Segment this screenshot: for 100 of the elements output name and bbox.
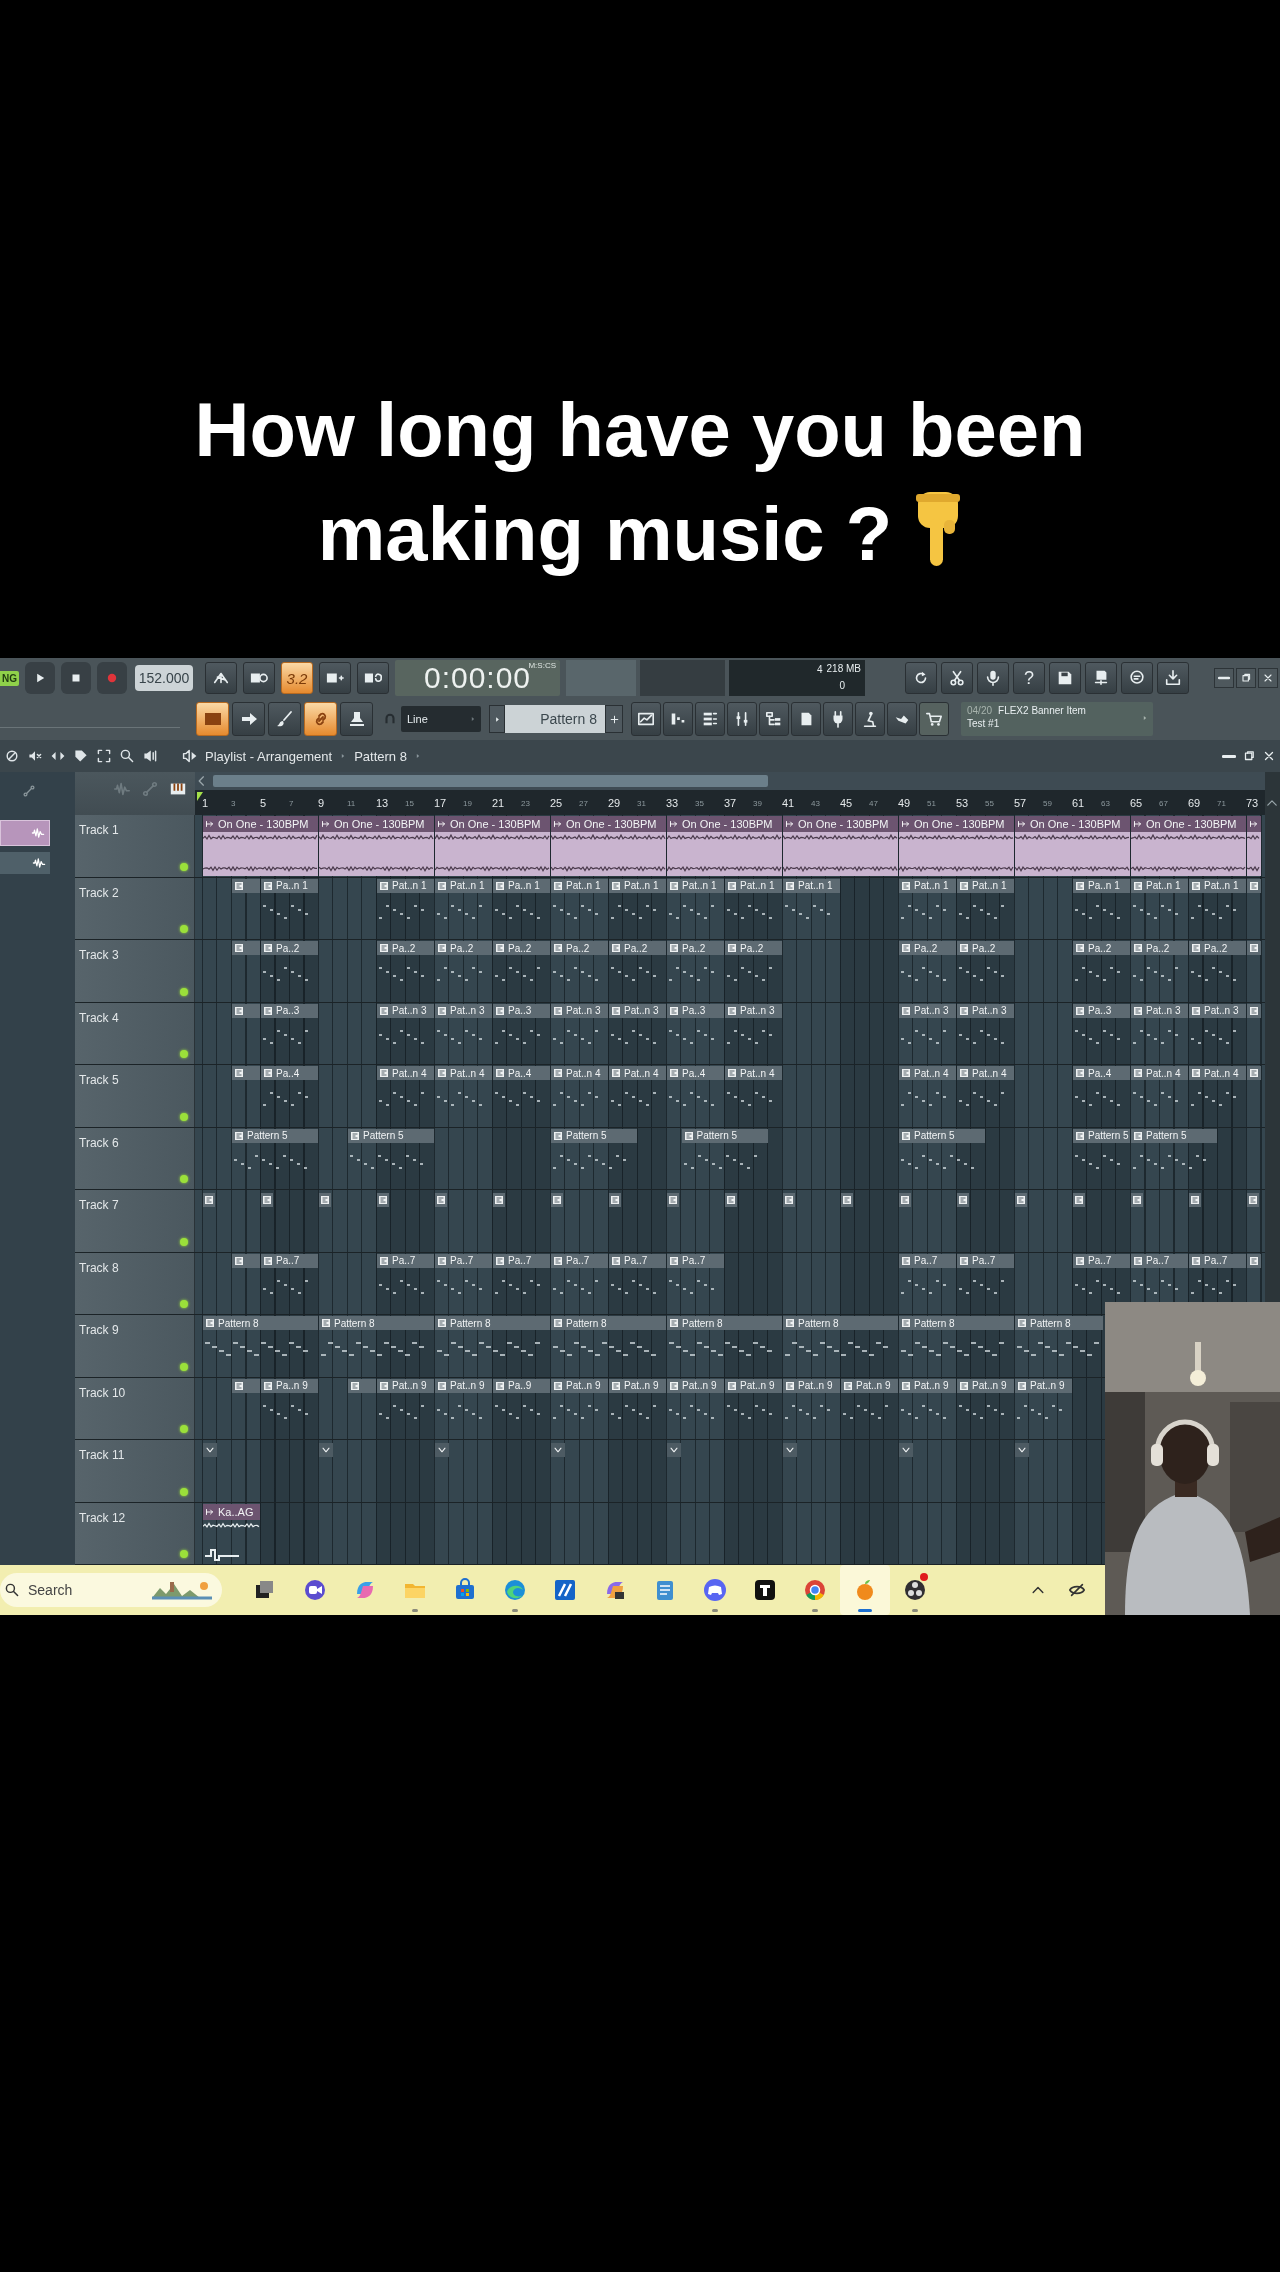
pattern-clip[interactable]: Pa..7 — [551, 1253, 608, 1313]
pattern-clip[interactable]: Pattern 5 — [899, 1128, 985, 1188]
track-header[interactable]: Track 3 — [75, 940, 195, 1002]
pattern-clip[interactable]: Pat..n 9 — [435, 1378, 492, 1438]
pattern-clip[interactable]: Pat..n 3 — [377, 1003, 434, 1063]
pattern-clip[interactable]: Pat..n 9 — [783, 1378, 840, 1438]
track-header[interactable]: Track 6 — [75, 1127, 195, 1189]
pattern-clip[interactable]: Pat..n 4 — [435, 1066, 492, 1126]
pattern-clip[interactable]: Pa..n 9 — [261, 1378, 318, 1438]
pattern-clip[interactable]: Pa..7 — [667, 1253, 724, 1313]
pattern-clip[interactable]: Pat..n 9 — [609, 1378, 666, 1438]
breadcrumb-link[interactable]: Pattern 8 — [354, 748, 407, 764]
pattern-clip[interactable]: Pa..4 — [1073, 1066, 1130, 1126]
pattern-clip[interactable]: Pa..2 — [1073, 941, 1130, 1001]
pattern-clip[interactable]: Pat..n 1 — [783, 878, 840, 938]
pattern-clip[interactable]: Pa..2 — [551, 941, 608, 1001]
pattern-clip[interactable]: Pat..n 1 — [377, 878, 434, 938]
pattern-clip[interactable]: Pa..n 1 — [1073, 878, 1130, 938]
pattern-selector[interactable]: Pattern 8 — [505, 705, 605, 733]
track-header[interactable]: Track 10 — [75, 1377, 195, 1439]
pattern-clip[interactable]: Pa..3 — [261, 1003, 318, 1063]
pattern-clip[interactable]: Pattern 8 — [783, 1316, 898, 1376]
pattern-clip[interactable]: Pat..n 9 — [899, 1378, 956, 1438]
pattern-clip[interactable]: Pa..2 — [609, 941, 666, 1001]
pattern-clip[interactable]: Pat..n 4 — [1131, 1066, 1188, 1126]
pattern-clip[interactable]: Pattern 5 — [1073, 1128, 1130, 1188]
track-header[interactable]: Track 9 — [75, 1315, 195, 1377]
audio-clip[interactable]: On One - 130BPM — [551, 816, 666, 876]
pattern-clip[interactable]: Pa..4 — [667, 1066, 724, 1126]
pattern-clip[interactable]: Pa..7 — [1189, 1253, 1246, 1299]
pattern-clip[interactable]: Pat..n 1 — [899, 878, 956, 938]
pattern-clip[interactable]: Pa..2 — [435, 941, 492, 1001]
pattern-clip[interactable]: Pat..n 1 — [1189, 878, 1246, 938]
pattern-clip[interactable]: Pat..n 3 — [899, 1003, 956, 1063]
pattern-clip[interactable]: Pattern 5 — [551, 1128, 637, 1188]
tempo-field[interactable]: 152.000 — [135, 665, 193, 691]
help-button[interactable]: ? — [1013, 662, 1045, 694]
audio-clip[interactable]: On One - 130BPM — [1131, 816, 1246, 876]
countdown-button[interactable]: 3.2 — [281, 662, 313, 694]
pattern-clip[interactable]: Pat..n 4 — [899, 1066, 956, 1126]
audio-clip[interactable]: On One - 130BPM — [319, 816, 434, 876]
pattern-clip[interactable]: Pattern 8 — [667, 1316, 782, 1376]
track-header[interactable]: Track 8 — [75, 1252, 195, 1314]
pattern-clip[interactable]: Pat..n 9 — [667, 1378, 724, 1438]
pattern-clip[interactable]: Pat..n 9 — [551, 1378, 608, 1438]
pattern-clip[interactable]: Pattern 8 — [551, 1316, 666, 1376]
pattern-clip[interactable]: Pa..7 — [1131, 1253, 1188, 1299]
pattern-clip[interactable]: Pat..n 4 — [377, 1066, 434, 1126]
pattern-clip[interactable]: Pat..n 9 — [841, 1378, 898, 1438]
pattern-clip[interactable]: Pat..n 1 — [725, 878, 782, 938]
pattern-clip[interactable]: Pa..7 — [493, 1253, 550, 1313]
pattern-clip[interactable]: Pa..3 — [1073, 1003, 1130, 1063]
pattern-clip[interactable]: Pa..n 1 — [493, 878, 550, 938]
pattern-clip[interactable]: Pattern 8 — [899, 1316, 1014, 1376]
pattern-clip[interactable]: Pa..2 — [493, 941, 550, 1001]
pattern-clip[interactable]: Pa..9 — [493, 1378, 550, 1438]
pattern-clip[interactable]: Pat..n 9 — [377, 1378, 434, 1438]
track-header[interactable]: Track 1 — [75, 815, 195, 877]
track-header[interactable]: Track 2 — [75, 877, 195, 939]
track-header[interactable]: Track 12 — [75, 1502, 195, 1564]
search-field[interactable]: Search — [0, 1573, 222, 1607]
track-header[interactable]: Track 7 — [75, 1190, 195, 1252]
pattern-clip[interactable]: Pattern 8 — [319, 1316, 434, 1376]
pattern-clip[interactable]: Pattern 5 — [348, 1128, 434, 1188]
audio-clip[interactable]: On One - 130BPM — [203, 816, 318, 876]
pattern-clip[interactable]: Pa..2 — [1189, 941, 1246, 1001]
pattern-clip[interactable]: Pa..2 — [377, 941, 434, 1001]
pattern-clip[interactable]: Pat..n 4 — [957, 1066, 1014, 1126]
audio-clip[interactable]: On One - 130BPM — [1015, 816, 1130, 876]
audio-clip[interactable]: Ka..AG — [203, 1503, 260, 1563]
pattern-clip[interactable]: Pat..n 4 — [725, 1066, 782, 1126]
pattern-clip[interactable]: Pa..2 — [899, 941, 956, 1001]
snap-dropdown[interactable]: Line — [401, 706, 481, 732]
pattern-clip[interactable]: Pat..n 9 — [1015, 1378, 1072, 1438]
news-panel[interactable]: 04/20 FLEX2 Banner Item Test #1 — [961, 702, 1153, 736]
pattern-clip[interactable]: Pat..n 1 — [1131, 878, 1188, 938]
track-header[interactable]: Track 4 — [75, 1002, 195, 1064]
pattern-clip[interactable]: Pat..n 3 — [957, 1003, 1014, 1063]
timeline-ruler[interactable]: 1 3 5 7 9 11 13 15 17 19 21 23 25 27 29 31 33 35 37 39 41 43 45 47 49 51 53 55 57 59 61 63 65 67 69 71 73 — [195, 790, 1265, 815]
pattern-clip[interactable]: Pa..3 — [493, 1003, 550, 1063]
pattern-clip[interactable]: Pattern 8 — [1015, 1316, 1103, 1376]
audio-clip[interactable]: On One - 130BPM — [783, 816, 898, 876]
pattern-clip[interactable]: Pa..2 — [725, 941, 782, 1001]
pattern-clip[interactable]: Pa..4 — [493, 1066, 550, 1126]
track-header[interactable]: Track 5 — [75, 1065, 195, 1127]
audio-clip[interactable]: On One - 130BPM — [435, 816, 550, 876]
pattern-clip[interactable]: Pa..2 — [667, 941, 724, 1001]
pattern-clip[interactable]: Pa..7 — [435, 1253, 492, 1313]
pattern-clip[interactable]: Pat..n 1 — [551, 878, 608, 938]
pattern-clip[interactable]: Pat..n 4 — [1189, 1066, 1246, 1126]
pattern-clip[interactable]: Pat..n 4 — [609, 1066, 666, 1126]
pattern-clip[interactable]: Pat..n 3 — [1189, 1003, 1246, 1063]
pattern-clip[interactable]: Pa..7 — [261, 1253, 318, 1313]
pattern-clip[interactable]: Pat..n 9 — [725, 1378, 782, 1438]
pattern-clip[interactable]: Pa..7 — [957, 1253, 1014, 1313]
pattern-clip[interactable]: Pattern 8 — [435, 1316, 550, 1376]
audio-clip[interactable]: On One - 130BPM — [899, 816, 1014, 876]
pattern-clip[interactable]: Pa..n 1 — [261, 878, 318, 938]
pattern-clip[interactable]: Pat..n 3 — [551, 1003, 608, 1063]
pattern-clip[interactable]: Pa..2 — [1131, 941, 1188, 1001]
